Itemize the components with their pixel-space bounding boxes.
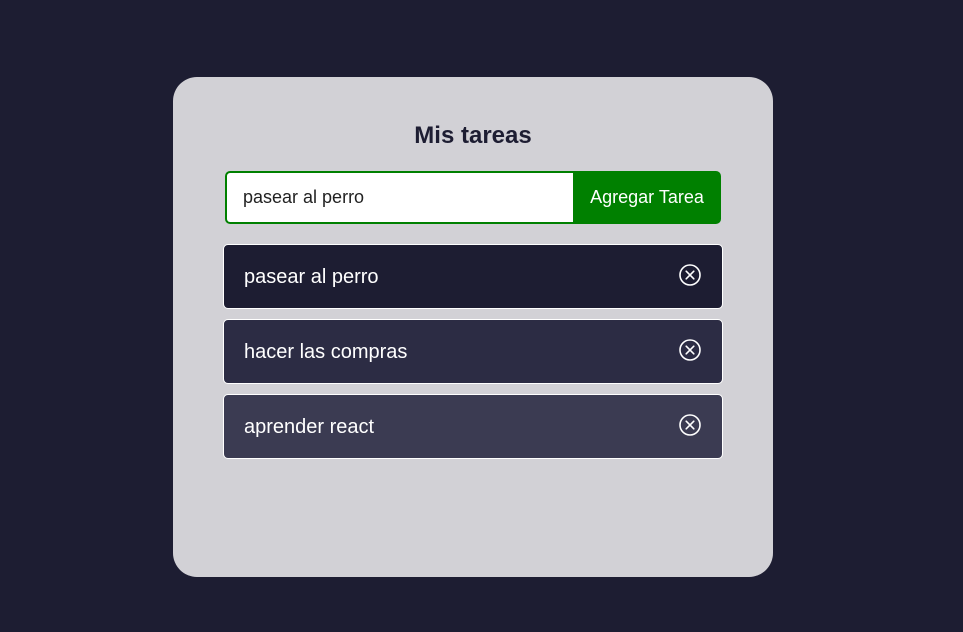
task-text[interactable]: aprender react [244,415,374,439]
task-text[interactable]: hacer las compras [244,340,407,364]
task-form: Agregar Tarea [225,171,721,224]
circle-x-icon[interactable] [678,338,702,362]
task-text[interactable]: pasear al perro [244,265,379,289]
circle-x-icon[interactable] [678,413,702,437]
todo-card: Mis tareas Agregar Tarea pasear al perro… [173,77,773,577]
task-item[interactable]: pasear al perro [223,244,723,309]
task-input[interactable] [225,171,573,224]
add-task-button[interactable]: Agregar Tarea [573,171,721,224]
circle-x-icon[interactable] [678,263,702,287]
task-item[interactable]: aprender react [223,394,723,459]
page-title: Mis tareas [414,122,532,149]
task-item[interactable]: hacer las compras [223,319,723,384]
